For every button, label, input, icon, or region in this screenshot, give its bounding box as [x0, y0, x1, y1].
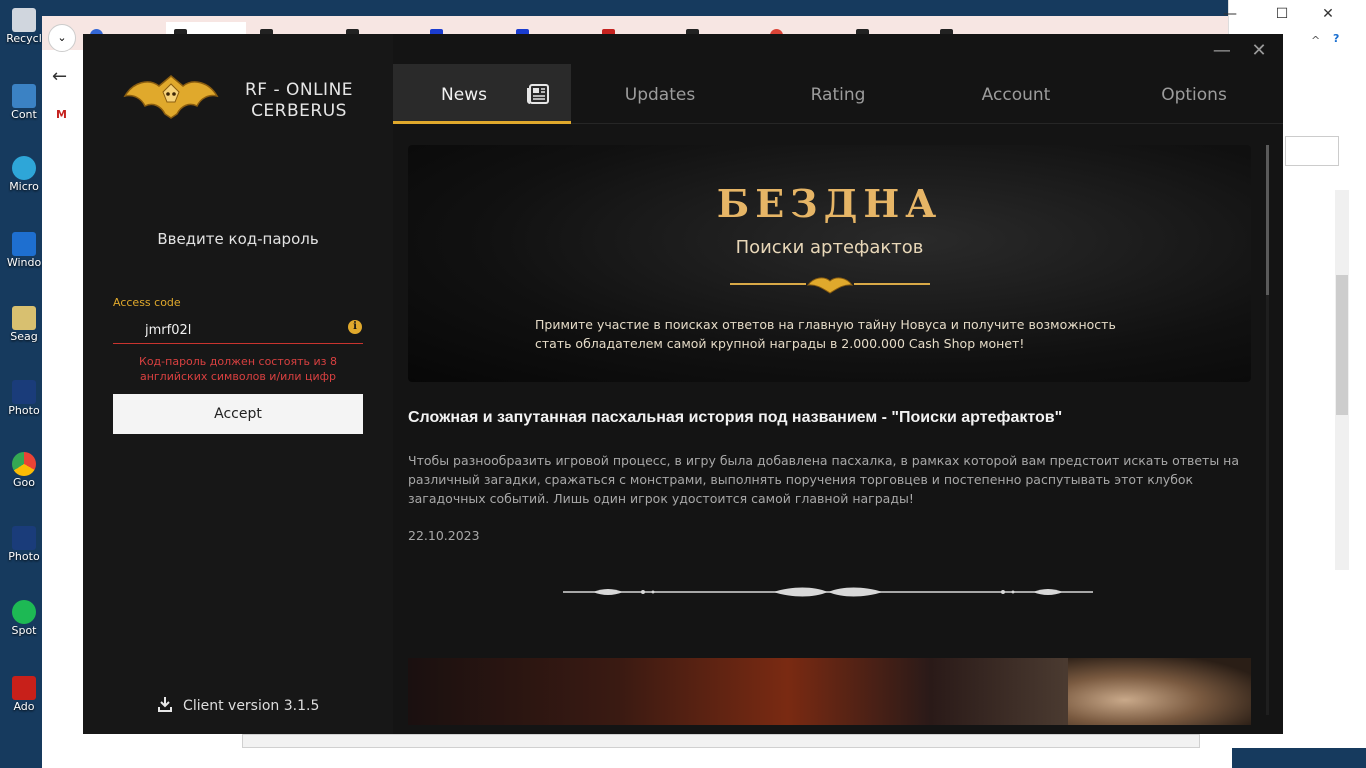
close-icon[interactable]: ✕ — [1317, 6, 1339, 22]
article-body: Чтобы разнообразить игровой процесс, в и… — [408, 453, 1240, 506]
access-code-input[interactable] — [113, 318, 363, 344]
article-title[interactable]: Сложная и запутанная пасхальная история … — [408, 409, 1258, 427]
tab-updates[interactable]: Updates — [571, 64, 749, 124]
news-feed: БЕЗДНА Поиски артефактов Примите участие… — [393, 125, 1283, 725]
desktop-icon-windows-update[interactable]: Windo — [4, 232, 44, 269]
news-banner-2[interactable] — [408, 658, 1251, 725]
desktop-icon-seagate[interactable]: Seag — [4, 306, 44, 343]
newspaper-icon — [527, 84, 549, 104]
info-icon[interactable]: i — [348, 320, 362, 334]
logo-title-line-1: RF - ONLINE — [244, 80, 354, 100]
elf-character-image — [1068, 658, 1251, 725]
close-icon[interactable]: ✕ — [1245, 40, 1273, 62]
news-scroll-thumb[interactable] — [1266, 145, 1269, 295]
logo-title: RF - ONLINE CERBERUS — [229, 80, 369, 122]
chrome-icon — [12, 452, 36, 476]
launcher-window: RF - ONLINE CERBERUS Введите код-пароль … — [83, 34, 1283, 734]
access-code-error: Код-пароль должен состоять из 8 английск… — [139, 355, 337, 383]
banner-ornament-icon — [730, 277, 930, 294]
maximize-icon[interactable]: ☐ — [1271, 6, 1293, 22]
spotify-icon — [12, 600, 36, 624]
explorer-scrollbar[interactable] — [1335, 190, 1349, 570]
tab-account[interactable]: Account — [927, 64, 1105, 124]
recycle-bin-icon — [12, 8, 36, 32]
client-version-row[interactable]: Client version 3.1.5 — [83, 696, 393, 714]
tab-options[interactable]: Options — [1105, 64, 1283, 124]
login-panel: RF - ONLINE CERBERUS Введите код-пароль … — [83, 34, 393, 734]
browser-horizontal-scrollbar[interactable] — [242, 734, 1200, 748]
desktop-icon-photoshop[interactable]: Photo — [4, 380, 44, 417]
ornamental-divider-icon — [563, 587, 1093, 597]
cerberus-logo-icon — [123, 75, 219, 119]
back-arrow-icon[interactable]: ← — [52, 66, 67, 87]
explorer-scroll-thumb[interactable] — [1336, 275, 1348, 415]
desktop-icon-chrome[interactable]: Goo — [4, 452, 44, 489]
tab-news[interactable]: News — [393, 64, 571, 124]
gmail-icon[interactable]: M — [56, 108, 67, 121]
accept-button[interactable]: Accept — [113, 394, 363, 434]
photoshop-icon — [12, 526, 36, 550]
desktop-icon-spotify[interactable]: Spot — [4, 600, 44, 637]
control-panel-icon — [12, 84, 36, 108]
acrobat-icon — [12, 676, 36, 700]
windows-update-icon — [12, 232, 36, 256]
chevron-up-icon[interactable]: ^ — [1311, 34, 1320, 47]
edge-icon — [12, 156, 36, 180]
folder-icon — [12, 306, 36, 330]
main-nav: News Updates Rating Account Options — [393, 64, 1283, 124]
login-title: Введите код-пароль — [157, 230, 319, 248]
photoshop-icon — [12, 380, 36, 404]
desktop-icon-photoshop-2[interactable]: Photo — [4, 526, 44, 563]
banner-subtitle: Поиски артефактов — [735, 237, 924, 258]
desktop-icon-acrobat[interactable]: Ado — [4, 676, 44, 713]
window-controls: — ✕ — [1204, 40, 1273, 64]
banner-text: Примите участие в поисках ответов на гла… — [535, 317, 1116, 351]
minimize-icon[interactable]: — — [1219, 6, 1241, 22]
news-scrollbar[interactable] — [1266, 145, 1269, 715]
access-code-label: Access code — [113, 296, 181, 309]
client-version-label: Client version 3.1.5 — [183, 698, 320, 714]
explorer-title-bar: — ☐ ✕ — [1223, 0, 1366, 32]
minimize-icon[interactable]: — — [1208, 40, 1236, 62]
banner-title: БЕЗДНА — [716, 181, 943, 226]
desktop-icon-recycle-bin[interactable]: Recycl — [4, 8, 44, 45]
tab-news-label: News — [441, 85, 487, 105]
explorer-search-box[interactable] — [1285, 136, 1339, 166]
news-banner[interactable]: БЕЗДНА Поиски артефактов Примите участие… — [408, 145, 1251, 382]
tab-search-icon[interactable]: ⌄ — [48, 24, 76, 52]
logo-title-line-2: CERBERUS — [251, 101, 347, 121]
article-date: 22.10.2023 — [408, 528, 480, 543]
desktop-icon-edge[interactable]: Micro — [4, 156, 44, 193]
help-icon[interactable]: ? — [1333, 32, 1339, 45]
desktop-icon-control-panel[interactable]: Cont — [4, 84, 44, 121]
tab-rating[interactable]: Rating — [749, 64, 927, 124]
download-icon — [157, 697, 172, 712]
browser-bottom-area — [42, 734, 1232, 768]
